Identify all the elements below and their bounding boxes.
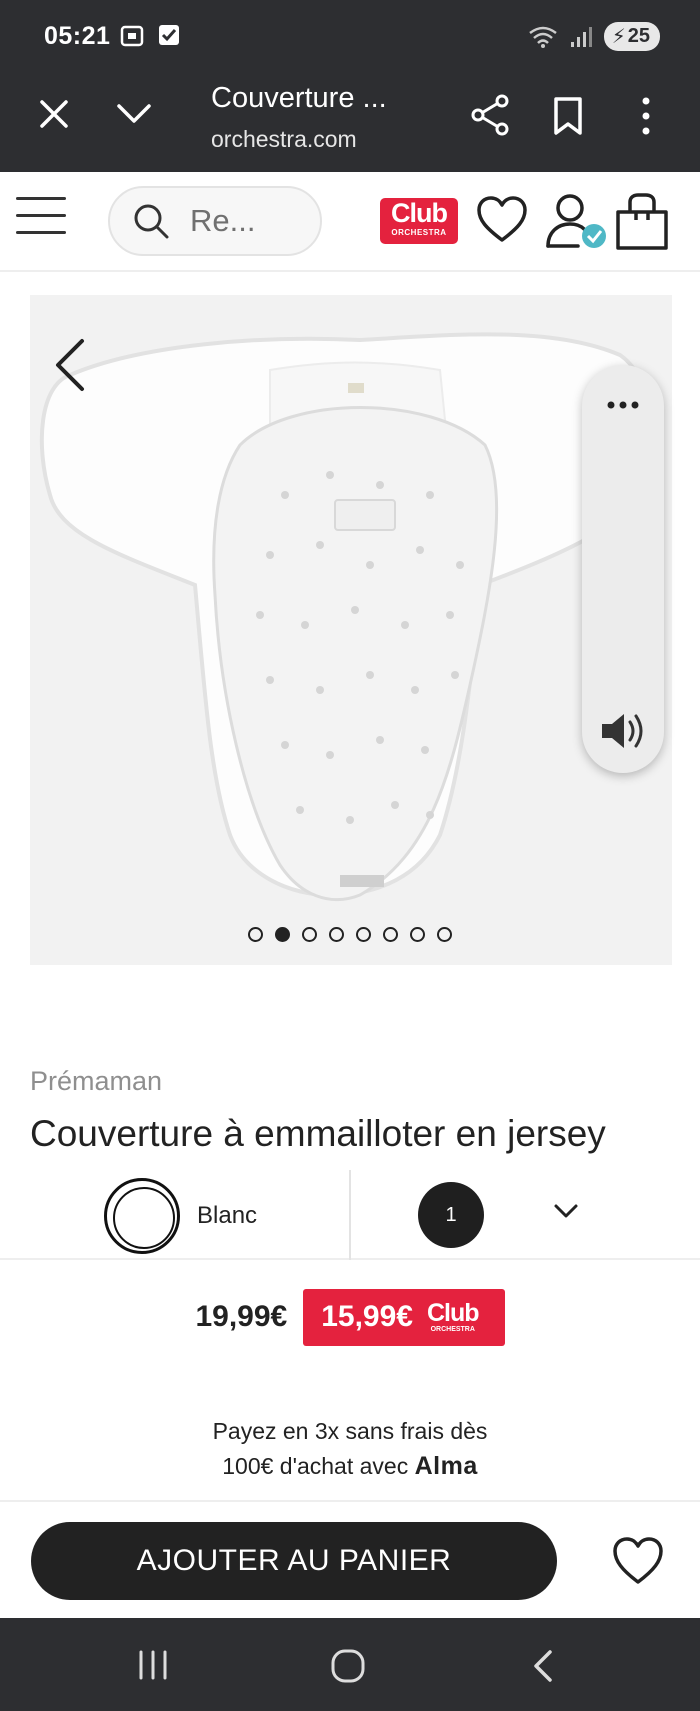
variant-selector-row: Blanc 1 xyxy=(0,1170,700,1260)
gallery-dot[interactable] xyxy=(302,927,317,942)
installment-line-2-text: 100€ d'achat avec xyxy=(222,1453,409,1479)
search-placeholder: Re... xyxy=(190,203,256,238)
bookmark-icon[interactable] xyxy=(552,96,584,136)
installment-line-1: Payez en 3x sans frais dès xyxy=(212,1418,488,1444)
chevron-left-icon[interactable] xyxy=(50,335,90,395)
floating-media-panel xyxy=(582,365,664,773)
color-label[interactable]: Blanc xyxy=(197,1202,257,1230)
browser-url[interactable]: orchestra.com xyxy=(211,126,357,153)
battery-indicator: ⚡ 25 xyxy=(603,22,660,51)
product-photo xyxy=(39,332,654,902)
browser-tab-title[interactable]: Couverture ... xyxy=(211,82,387,115)
back-icon[interactable] xyxy=(530,1648,556,1684)
alma-logo: Alma xyxy=(414,1452,478,1480)
chevron-down-icon[interactable] xyxy=(552,1200,580,1222)
gallery-dot[interactable] xyxy=(383,927,398,942)
heart-icon[interactable] xyxy=(612,1534,664,1588)
home-icon[interactable] xyxy=(330,1648,366,1684)
system-navigation-bar xyxy=(0,1618,700,1711)
installment-line-2: 100€ d'achat avec Alma xyxy=(0,1449,700,1484)
club-logo-text: Club xyxy=(391,198,448,228)
status-time: 05:21 xyxy=(44,22,111,50)
gallery-dot[interactable] xyxy=(356,927,371,942)
club-orchestra-logo[interactable]: Club ORCHESTRA xyxy=(380,198,458,244)
gallery-dot[interactable] xyxy=(275,927,290,942)
price-row: 19,99€ 15,99€ Club ORCHESTRA xyxy=(0,1288,700,1346)
wifi-icon xyxy=(528,26,557,48)
club-logo-subtext: ORCHESTRA xyxy=(430,1326,475,1333)
installment-payment-info: Payez en 3x sans frais dès 100€ d'achat … xyxy=(0,1414,700,1484)
gallery-pagination xyxy=(30,927,672,942)
search-icon xyxy=(134,204,169,239)
product-title: Couverture à emmailloter en jersey xyxy=(30,1113,606,1154)
menu-icon[interactable] xyxy=(16,197,66,241)
site-header: Re... Club ORCHESTRA xyxy=(0,172,700,272)
share-icon[interactable] xyxy=(470,94,510,136)
heart-icon[interactable] xyxy=(476,194,528,246)
browser-chrome: 05:21 ⚡ 25 Couverture ... orchestra.com xyxy=(0,0,700,172)
status-icons-right: ⚡ 25 xyxy=(528,22,660,51)
battery-level: 25 xyxy=(627,25,650,47)
charging-icon: ⚡ xyxy=(611,26,626,48)
more-vert-icon[interactable] xyxy=(636,96,656,136)
club-logo-text: Club xyxy=(426,1299,480,1327)
volume-icon[interactable] xyxy=(598,710,646,752)
regular-price: 19,99€ xyxy=(195,1300,288,1333)
user-icon[interactable] xyxy=(544,192,610,252)
recents-icon[interactable] xyxy=(137,1650,169,1680)
club-logo-subtext: ORCHESTRA xyxy=(391,228,447,237)
gallery-dot[interactable] xyxy=(437,927,452,942)
quantity-selector[interactable]: 1 xyxy=(418,1182,484,1248)
gallery-dot[interactable] xyxy=(248,927,263,942)
product-image-gallery[interactable] xyxy=(30,295,672,965)
bag-icon[interactable] xyxy=(614,192,670,252)
status-icons-left xyxy=(120,24,180,48)
signal-icon xyxy=(570,26,592,47)
color-swatch-blanc[interactable] xyxy=(104,1178,180,1254)
check-box-icon xyxy=(159,25,179,45)
club-price-badge: 15,99€ Club ORCHESTRA xyxy=(303,1288,505,1346)
club-price: 15,99€ xyxy=(321,1300,413,1333)
screenshot-icon xyxy=(120,25,144,47)
close-icon[interactable] xyxy=(36,96,72,132)
gallery-dot[interactable] xyxy=(410,927,425,942)
add-to-cart-button[interactable]: AJOUTER AU PANIER xyxy=(31,1522,557,1600)
club-orchestra-logo: Club ORCHESTRA xyxy=(426,1299,480,1334)
cta-bar: AJOUTER AU PANIER xyxy=(0,1500,700,1618)
chevron-down-icon[interactable] xyxy=(114,96,154,132)
selector-divider xyxy=(349,1170,351,1260)
gallery-dot[interactable] xyxy=(329,927,344,942)
more-horiz-icon[interactable] xyxy=(606,399,640,411)
search-input[interactable]: Re... xyxy=(108,186,322,256)
product-brand[interactable]: Prémaman xyxy=(30,1066,162,1097)
